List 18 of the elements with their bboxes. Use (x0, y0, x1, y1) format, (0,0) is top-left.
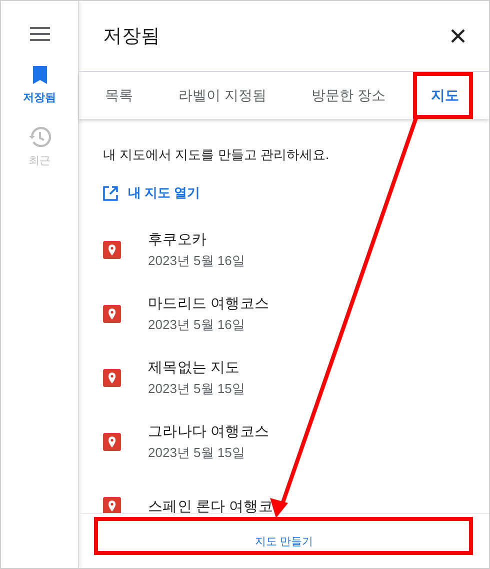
open-my-maps-link[interactable]: 내 지도 열기 (103, 184, 465, 202)
panel-title: 저장됨 (103, 25, 160, 49)
tab[interactable]: 지도 (431, 72, 459, 118)
tab[interactable]: 방문한 장소 (312, 72, 386, 118)
map-date: 2023년 5월 16일 (148, 316, 246, 334)
tab[interactable]: 목록 (105, 72, 133, 118)
description-text: 내 지도에서 지도를 만들고 관리하세요. (103, 146, 330, 164)
map-date: 2023년 5월 15일 (148, 444, 246, 462)
create-map-button[interactable]: 지도 만들기 (234, 526, 334, 556)
map-name[interactable]: 스페인 론다 여행코 (148, 496, 274, 513)
map-name[interactable]: 후쿠오카 (148, 230, 245, 249)
map-name[interactable]: 제목없는 지도 (148, 358, 245, 377)
map-name[interactable]: 마드리드 여행코스 (148, 294, 270, 313)
tab[interactable]: 라벨이 지정됨 (178, 72, 266, 118)
map-date: 2023년 5월 16일 (148, 252, 245, 270)
map-name[interactable]: 그라나다 여행코스 (148, 422, 270, 441)
rail-item[interactable]: 저장됨 (23, 66, 56, 105)
map-date: 2023년 5월 15일 (148, 380, 245, 398)
